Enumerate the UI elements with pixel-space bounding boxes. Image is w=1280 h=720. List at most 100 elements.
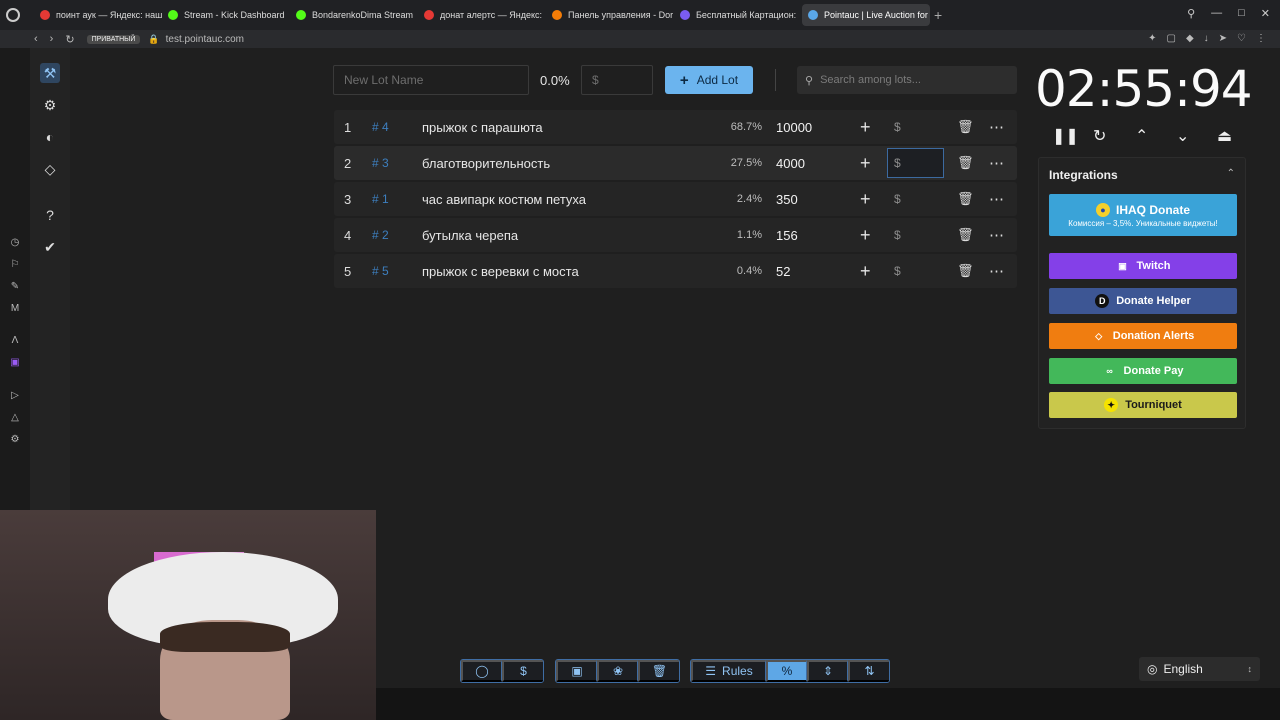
download-icon[interactable]: ↓: [1204, 33, 1209, 44]
bug-icon[interactable]: ❀: [597, 660, 638, 682]
delete-lot-icon[interactable]: 🗑: [957, 218, 974, 252]
lot-id[interactable]: # 3: [372, 146, 389, 180]
app-a-icon[interactable]: Λ: [9, 335, 21, 347]
shield-icon[interactable]: ◆: [1186, 33, 1194, 44]
lot-amount[interactable]: 156: [776, 218, 798, 252]
add-amount-icon[interactable]: +: [860, 182, 871, 216]
more-options-icon[interactable]: ⋯: [989, 218, 1005, 252]
reload-icon[interactable]: ↻: [65, 33, 74, 46]
tourniquet-button[interactable]: ✦ Tourniquet: [1049, 392, 1237, 418]
lot-name[interactable]: благотворительность: [422, 146, 550, 180]
clear-lots-icon[interactable]: 🗑: [638, 660, 679, 682]
delete-lot-icon[interactable]: 🗑: [957, 110, 974, 144]
search-lots-input[interactable]: [820, 74, 1001, 86]
add-amount-icon[interactable]: +: [860, 146, 871, 180]
github-icon[interactable]: ◯: [461, 660, 502, 682]
close-icon[interactable]: ✕: [1261, 7, 1270, 20]
lot-add-amount-input[interactable]: $: [887, 220, 944, 250]
pin-icon[interactable]: ✦: [1148, 33, 1156, 44]
search-lots[interactable]: ⚲: [797, 66, 1017, 94]
delete-lot-icon[interactable]: 🗑: [957, 146, 974, 180]
lot-amount[interactable]: 350: [776, 182, 798, 216]
lot-add-amount-input[interactable]: $: [887, 184, 944, 214]
percent-toggle-icon[interactable]: %: [766, 660, 807, 682]
more-options-icon[interactable]: ⋯: [989, 110, 1005, 144]
browser-tab[interactable]: Бесплатный Картацион:: [674, 4, 802, 26]
bookmark-icon[interactable]: ⚐: [9, 259, 21, 271]
delete-lot-icon[interactable]: 🗑: [957, 182, 974, 216]
help-icon[interactable]: ?: [40, 205, 60, 225]
lot-add-amount-input[interactable]: $: [887, 112, 944, 142]
extensions-icon[interactable]: △: [9, 412, 21, 424]
lot-amount[interactable]: 4000: [776, 146, 805, 180]
browser-tab[interactable]: BondarenkoDima Stream: [290, 4, 418, 26]
lock-icon[interactable]: 🔒: [148, 34, 159, 45]
ihaq-donate-button[interactable]: ● IHAQ Donate Комиссия – 3,5%. Уникальные…: [1049, 194, 1237, 236]
browser-tab-active[interactable]: Pointauc | Live Auction for: [802, 4, 930, 26]
browser-tab[interactable]: донат алертс — Яндекс:: [418, 4, 546, 26]
add-amount-icon[interactable]: +: [860, 110, 871, 144]
lot-id[interactable]: # 1: [372, 182, 389, 216]
lot-add-amount-input[interactable]: $: [887, 148, 944, 178]
lot-id[interactable]: # 4: [372, 110, 389, 144]
lot-add-amount-input[interactable]: $: [887, 256, 944, 286]
menu-icon[interactable]: ⋮: [1256, 33, 1266, 44]
new-tab-icon[interactable]: +: [934, 7, 942, 23]
app-m-icon[interactable]: M: [9, 303, 21, 315]
twitch-button[interactable]: ▣ Twitch: [1049, 253, 1237, 279]
collapse-icon[interactable]: ⌃: [1227, 168, 1235, 179]
lot-name[interactable]: час авипарк костюм петуха: [422, 182, 586, 216]
add-amount-icon[interactable]: +: [860, 218, 871, 252]
donate-pay-button[interactable]: ∞ Donate Pay: [1049, 358, 1237, 384]
language-select[interactable]: ◎ English ↕: [1139, 657, 1260, 681]
history-icon[interactable]: ◷: [9, 237, 21, 249]
back-icon[interactable]: ‹: [34, 33, 38, 45]
donation-alerts-button[interactable]: ◇ Donation Alerts: [1049, 323, 1237, 349]
auction-gavel-icon[interactable]: ⚒: [40, 63, 60, 83]
search-icon[interactable]: ⚲: [1187, 7, 1195, 20]
notes-icon[interactable]: ✎: [9, 281, 21, 293]
add-amount-icon[interactable]: +: [860, 254, 871, 288]
url-text[interactable]: test.pointauc.com: [166, 34, 244, 45]
wheel-icon[interactable]: ◐: [40, 127, 60, 147]
browser-logo-icon[interactable]: [6, 8, 20, 22]
save-icon[interactable]: ▣: [556, 660, 597, 682]
lot-amount[interactable]: 52: [776, 254, 790, 288]
add-lot-button[interactable]: + Add Lot: [665, 66, 753, 94]
tabs-icon[interactable]: ▢: [1166, 33, 1175, 44]
browser-tab[interactable]: Панель управления - Dor: [546, 4, 674, 26]
compact-view-icon[interactable]: ⇕: [807, 660, 848, 682]
donate-dollar-icon[interactable]: $: [502, 660, 543, 682]
time-up-icon[interactable]: ⌃: [1135, 126, 1148, 146]
new-lot-amount-input[interactable]: [581, 65, 653, 95]
play-icon[interactable]: ▷: [9, 390, 21, 402]
heart-icon[interactable]: ♡: [1237, 33, 1246, 44]
minimize-icon[interactable]: —: [1211, 7, 1222, 20]
time-down-icon[interactable]: ⌄: [1176, 126, 1189, 146]
lot-amount[interactable]: 10000: [776, 110, 812, 144]
donate-helper-button[interactable]: D Donate Helper: [1049, 288, 1237, 314]
settings-gear-icon[interactable]: ⚙: [40, 95, 60, 115]
time-max-icon[interactable]: ⏏: [1217, 126, 1232, 146]
twitch-icon[interactable]: ▣: [9, 357, 21, 369]
lot-name[interactable]: прыжок с парашюта: [422, 110, 543, 144]
sort-icon[interactable]: ⇅: [848, 660, 889, 682]
verified-shield-icon[interactable]: ✔: [40, 237, 60, 257]
lot-name[interactable]: бутылка черепа: [422, 218, 518, 252]
pause-icon[interactable]: ❚❚: [1052, 126, 1079, 146]
settings-icon[interactable]: ⚙: [9, 434, 21, 446]
browser-tab[interactable]: поинт аук — Яндекс: наш: [34, 4, 162, 26]
send-icon[interactable]: ➤: [1219, 33, 1227, 44]
reset-icon[interactable]: ↻: [1093, 126, 1106, 146]
new-lot-name-input[interactable]: [333, 65, 529, 95]
more-options-icon[interactable]: ⋯: [989, 146, 1005, 180]
more-options-icon[interactable]: ⋯: [989, 182, 1005, 216]
browser-tab[interactable]: Stream - Kick Dashboard: [162, 4, 290, 26]
lot-name[interactable]: прыжок с веревки с моста: [422, 254, 579, 288]
lot-id[interactable]: # 5: [372, 254, 389, 288]
forward-icon[interactable]: ›: [50, 33, 54, 45]
lot-id[interactable]: # 2: [372, 218, 389, 252]
more-options-icon[interactable]: ⋯: [989, 254, 1005, 288]
delete-lot-icon[interactable]: 🗑: [957, 254, 974, 288]
rules-button[interactable]: ☰ Rules: [691, 660, 766, 682]
